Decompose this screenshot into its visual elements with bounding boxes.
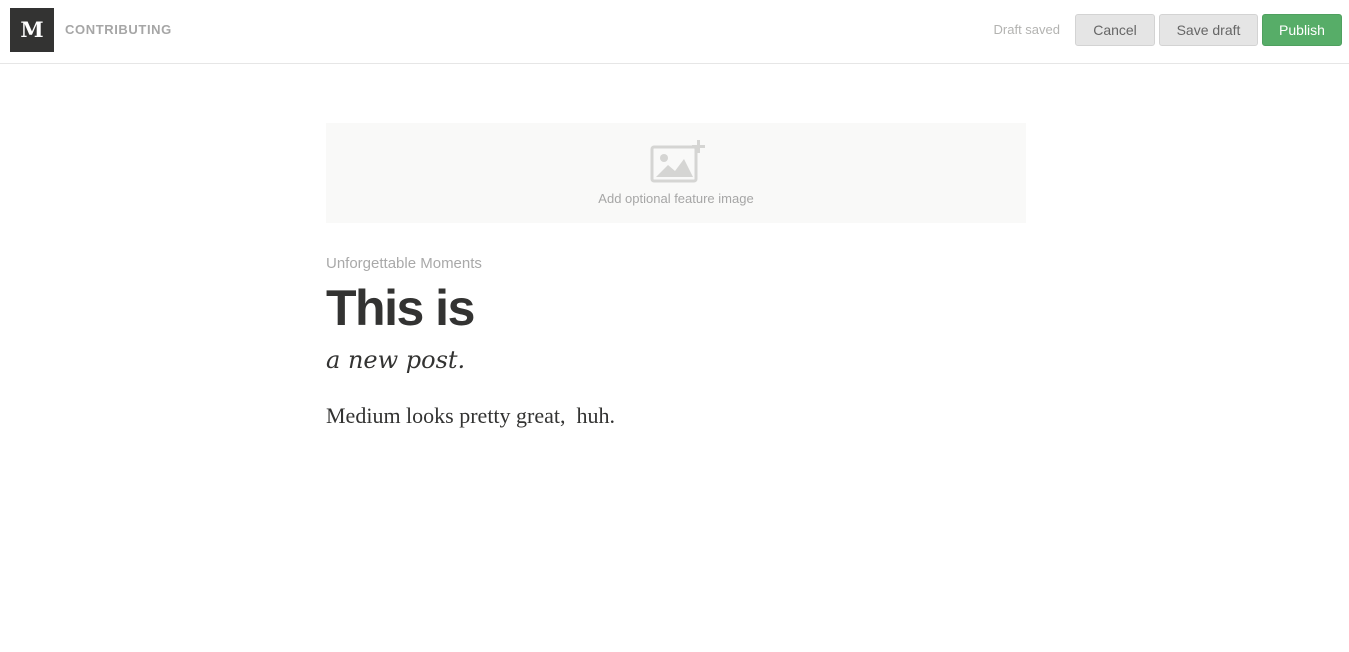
top-bar: M CONTRIBUTING Draft saved Cancel Save d… (0, 0, 1349, 64)
post-subtitle[interactable]: a new post. (326, 343, 465, 377)
save-draft-button[interactable]: Save draft (1159, 14, 1258, 46)
image-add-icon (650, 140, 705, 183)
publish-button[interactable]: Publish (1262, 14, 1342, 46)
medium-logo[interactable]: M (10, 8, 54, 52)
feature-image-label: Add optional feature image (598, 191, 754, 206)
cancel-button[interactable]: Cancel (1075, 14, 1155, 46)
draft-status: Draft saved (993, 22, 1060, 37)
collection-name[interactable]: Unforgettable Moments (326, 254, 482, 274)
section-name[interactable]: CONTRIBUTING (65, 22, 172, 38)
post-title[interactable]: This is (326, 278, 475, 338)
post-body-paragraph[interactable]: Medium looks pretty great, huh. (326, 401, 615, 431)
feature-image-dropzone[interactable]: Add optional feature image (326, 123, 1026, 223)
